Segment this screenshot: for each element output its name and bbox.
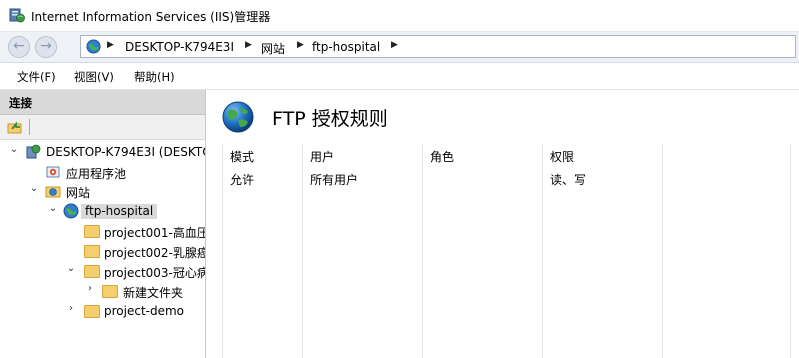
connections-toolbar <box>0 115 205 140</box>
cell-permissions: 读、写 <box>550 173 587 187</box>
breadcrumb-separator-icon[interactable]: ▶ <box>107 40 114 50</box>
menu-file[interactable]: 文件(F) <box>17 69 56 85</box>
app-pool-icon <box>46 166 60 178</box>
tree-node-project002[interactable]: project002-乳腺癌 <box>0 241 205 261</box>
tree-node-sites[interactable]: ⌄ 网站 <box>0 181 205 201</box>
column-divider <box>302 144 303 358</box>
column-header-roles[interactable]: 角色 <box>430 148 454 165</box>
folder-icon <box>84 223 100 239</box>
tree-label: project002-乳腺癌 <box>104 246 206 260</box>
column-divider <box>542 144 543 358</box>
chevron-down-icon[interactable]: ⌄ <box>9 144 19 155</box>
chevron-down-icon[interactable]: ⌄ <box>29 183 39 194</box>
sites-folder-icon <box>45 186 61 198</box>
menu-view[interactable]: 视图(V) <box>74 69 114 85</box>
tree-label: project-demo <box>104 304 185 318</box>
arrow-left-icon: ← <box>13 38 25 54</box>
menu-help[interactable]: 帮助(H) <box>134 69 175 85</box>
column-divider <box>662 144 663 358</box>
tree-label: project003-冠心病 <box>104 266 206 280</box>
tree-label: DESKTOP-K794E3I (DESKTOP-K794E3I\Adminis… <box>46 145 205 159</box>
connections-title: 连接 <box>9 96 32 110</box>
connections-header: 连接 <box>0 90 205 115</box>
toolbar-divider <box>29 119 30 135</box>
tree-node-ftp-hospital[interactable]: ⌄ ftp-hospital <box>0 201 205 221</box>
back-button[interactable]: ← <box>8 36 30 58</box>
tree-node-project-demo[interactable]: › project-demo <box>0 301 205 321</box>
breadcrumb-item-sites[interactable]: 网站 <box>261 40 285 57</box>
column-header-mode[interactable]: 模式 <box>230 148 254 165</box>
folder-icon <box>102 283 118 299</box>
tree-node-project003[interactable]: ⌄ project003-冠心病 <box>0 261 205 281</box>
tree-label: ftp-hospital <box>81 204 158 219</box>
breadcrumb-separator-icon[interactable]: ▶ <box>245 40 252 50</box>
column-header-users[interactable]: 用户 <box>310 148 334 165</box>
tree-label: 新建文件夹 <box>123 286 184 300</box>
tree-label: 网站 <box>66 186 91 200</box>
arrow-right-icon: → <box>40 38 52 54</box>
window-title: Internet Information Services (IIS)管理器 <box>31 10 271 24</box>
breadcrumb-item-server[interactable]: DESKTOP-K794E3I <box>125 40 234 54</box>
tree-node-app-pools[interactable]: 应用程序池 <box>0 162 205 182</box>
tree-node-project001[interactable]: project001-高血压 <box>0 221 205 241</box>
page-title: FTP 授权规则 <box>272 108 388 130</box>
folder-icon <box>84 243 100 259</box>
tree-node-new-folder[interactable]: › 新建文件夹 <box>0 281 205 301</box>
authorization-rules-table: 模式 用户 角色 权限 允许 所有用户 读、写 <box>222 144 791 358</box>
globe-icon <box>222 101 254 133</box>
chevron-right-icon[interactable]: › <box>85 283 95 294</box>
cell-mode: 允许 <box>230 173 255 187</box>
address-box[interactable]: ▶ DESKTOP-K794E3I ▶ 网站 ▶ ftp-hospital ▶ <box>80 35 796 58</box>
menu-bar: 文件(F) 视图(V) 帮助(H) <box>0 63 799 90</box>
column-header-permissions[interactable]: 权限 <box>550 148 574 165</box>
globe-icon <box>86 39 101 54</box>
title-bar: Internet Information Services (IIS)管理器 <box>0 0 799 32</box>
cell-users: 所有用户 <box>310 173 359 187</box>
address-bar: ← → ▶ DESKTOP-K794E3I ▶ 网站 ▶ ftp-hospita… <box>0 32 799 63</box>
content-pane: FTP 授权规则 模式 用户 角色 权限 允许 所有用户 读、写 <box>206 90 799 358</box>
chevron-right-icon[interactable]: › <box>66 303 76 314</box>
tree-label: 应用程序池 <box>66 167 127 181</box>
connect-icon[interactable] <box>7 119 23 135</box>
tree-node-server[interactable]: ⌄ DESKTOP-K794E3I (DESKTOP-K794E3I\Admin… <box>0 142 205 162</box>
iis-app-icon <box>9 8 25 23</box>
folder-icon <box>84 303 100 319</box>
breadcrumb-separator-icon[interactable]: ▶ <box>391 40 398 50</box>
column-divider <box>422 144 423 358</box>
folder-icon <box>84 263 100 279</box>
connections-pane: 连接 ⌄ DESKTOP-K794E3I (DESKTOP-K794E3I\Ad… <box>0 90 206 358</box>
server-icon <box>26 144 41 159</box>
breadcrumb-item-ftp-hospital[interactable]: ftp-hospital <box>312 40 380 54</box>
tree-label: project001-高血压 <box>104 226 206 240</box>
forward-button[interactable]: → <box>35 36 57 58</box>
breadcrumb-separator-icon[interactable]: ▶ <box>297 40 304 50</box>
chevron-down-icon[interactable]: ⌄ <box>66 263 76 274</box>
globe-icon <box>63 203 79 219</box>
chevron-down-icon[interactable]: ⌄ <box>48 203 58 214</box>
